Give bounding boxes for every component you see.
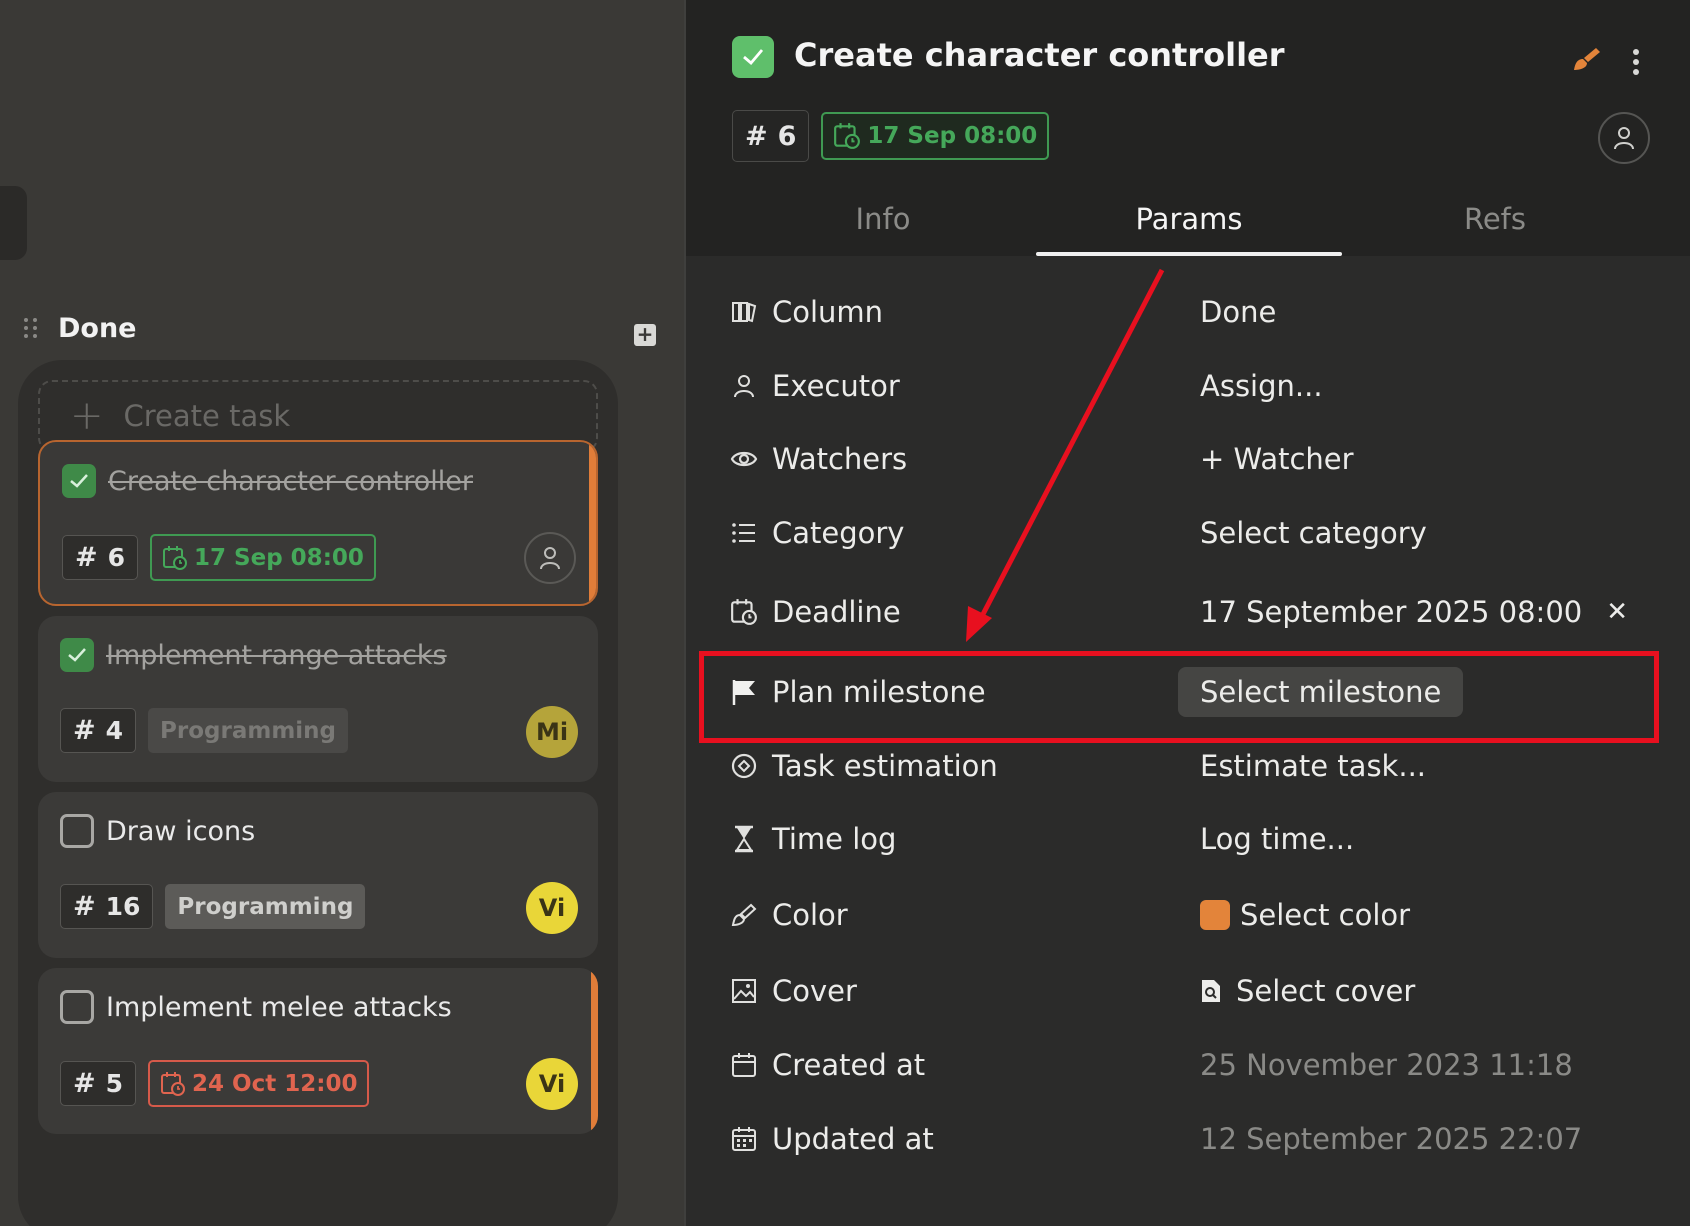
avatar[interactable]: Mi xyxy=(526,706,578,758)
category-tag: Programming xyxy=(148,708,349,753)
check-icon xyxy=(743,49,764,65)
user-icon xyxy=(540,547,560,570)
check-icon xyxy=(68,648,86,662)
create-task-label: Create task xyxy=(123,399,291,433)
task-title[interactable]: Create character controller xyxy=(794,36,1285,74)
assignee-button[interactable] xyxy=(1598,112,1650,164)
deadline-chip[interactable]: 17 Sep 08:00 xyxy=(150,534,376,581)
calendar-clock-icon xyxy=(834,123,861,149)
column-value[interactable]: Done xyxy=(1200,295,1276,329)
task-title: Create character controller xyxy=(108,465,473,497)
color-swatch xyxy=(1200,900,1230,930)
highlight-box xyxy=(699,651,1659,743)
created-at-value: 25 November 2023 11:18 xyxy=(1200,1048,1573,1082)
deadline-value[interactable]: 17 September 2025 08:00 ✕ xyxy=(1200,595,1628,629)
calendar-clock-icon xyxy=(163,545,188,570)
board-area: Done + + Create task Create character co… xyxy=(0,0,684,1226)
eye-icon xyxy=(730,445,758,473)
estimation-value[interactable]: Estimate task... xyxy=(1200,749,1426,783)
param-row-updated-at: Updated at 12 September 2025 22:07 xyxy=(730,1109,1650,1169)
task-card[interactable]: Draw icons #16 Programming Vi xyxy=(38,792,598,958)
task-checkbox[interactable] xyxy=(60,814,94,848)
task-complete-checkbox[interactable] xyxy=(732,36,774,78)
param-row-color: Color Select color xyxy=(730,885,1650,945)
updated-at-value: 12 September 2025 22:07 xyxy=(1200,1122,1583,1156)
plus-icon: + xyxy=(70,393,104,439)
select-cover-button[interactable]: Select cover xyxy=(1200,974,1415,1008)
tab-info[interactable]: Info xyxy=(730,190,1036,256)
hourglass-icon xyxy=(730,825,758,853)
brush-icon[interactable] xyxy=(1572,46,1602,78)
list-icon xyxy=(730,519,758,547)
calendar-grid-icon xyxy=(730,1125,758,1153)
column-title: Done xyxy=(58,312,137,344)
time-log-value[interactable]: Log time... xyxy=(1200,822,1354,856)
column-body: + Create task Create character controlle… xyxy=(18,360,618,1226)
category-value[interactable]: Select category xyxy=(1200,516,1427,550)
executor-value[interactable]: Assign... xyxy=(1200,369,1323,403)
category-tag: Programming xyxy=(165,884,366,929)
task-title: Implement melee attacks xyxy=(106,991,452,1023)
param-row-cover: Cover Select cover xyxy=(730,961,1650,1021)
task-title: Implement range attacks xyxy=(106,639,447,671)
task-title: Draw icons xyxy=(106,815,256,847)
avatar[interactable]: Vi xyxy=(526,882,578,934)
add-task-icon[interactable]: + xyxy=(634,324,656,346)
param-row-watchers: Watchers + Watcher xyxy=(730,429,1650,489)
param-row-deadline: Deadline 17 September 2025 08:00 ✕ xyxy=(730,582,1650,642)
drag-handle-icon[interactable] xyxy=(24,316,40,340)
color-stripe xyxy=(589,442,596,604)
image-icon xyxy=(730,977,758,1005)
check-icon xyxy=(70,474,88,488)
assignee-placeholder-avatar[interactable] xyxy=(524,532,576,584)
calendar-icon xyxy=(730,1051,758,1079)
task-card[interactable]: Implement range attacks #4 Programming M… xyxy=(38,616,598,782)
calendar-clock-icon xyxy=(730,598,758,626)
column-header: Done + xyxy=(24,308,664,348)
tab-params[interactable]: Params xyxy=(1036,190,1342,256)
param-row-created-at: Created at 25 November 2023 11:18 xyxy=(730,1035,1650,1095)
detail-tabs: Info Params Refs xyxy=(686,190,1690,256)
param-row-time-log: Time log Log time... xyxy=(730,809,1650,869)
task-number-chip: #16 xyxy=(60,884,154,929)
color-stripe xyxy=(591,968,598,1134)
columns-icon xyxy=(730,298,758,326)
task-checkbox[interactable] xyxy=(62,464,96,498)
more-options-icon[interactable] xyxy=(1626,46,1646,78)
task-checkbox[interactable] xyxy=(60,638,94,672)
task-number-chip: #4 xyxy=(60,708,137,753)
brush-icon xyxy=(730,901,758,929)
task-number-chip: #6 xyxy=(62,535,139,580)
user-icon xyxy=(1614,127,1634,150)
collapsed-column-stub[interactable] xyxy=(0,186,27,260)
target-icon xyxy=(730,752,758,780)
select-color-button[interactable]: Select color xyxy=(1200,898,1410,932)
user-icon xyxy=(730,372,758,400)
task-number-chip: #5 xyxy=(60,1061,137,1106)
tab-refs[interactable]: Refs xyxy=(1342,190,1648,256)
task-number-chip: #6 xyxy=(732,110,810,162)
deadline-chip[interactable]: 24 Oct 12:00 xyxy=(148,1060,370,1107)
avatar[interactable]: Vi xyxy=(526,1058,578,1110)
clear-icon[interactable]: ✕ xyxy=(1606,597,1628,627)
task-card[interactable]: Implement melee attacks #5 24 Oct 12:00 … xyxy=(38,968,598,1134)
param-row-task-estimation: Task estimation Estimate task... xyxy=(730,736,1650,796)
file-search-icon xyxy=(1200,978,1222,1004)
task-detail-header: Create character controller #6 17 Sep 08… xyxy=(686,0,1690,256)
task-card[interactable]: Create character controller #6 17 Sep 08… xyxy=(38,440,598,606)
task-detail-panel: Create character controller #6 17 Sep 08… xyxy=(684,0,1690,1226)
param-row-executor: Executor Assign... xyxy=(730,356,1650,416)
deadline-chip[interactable]: 17 Sep 08:00 xyxy=(821,112,1050,160)
task-checkbox[interactable] xyxy=(60,990,94,1024)
param-row-category: Category Select category xyxy=(730,503,1650,563)
calendar-clock-icon xyxy=(161,1071,186,1096)
watchers-value[interactable]: + Watcher xyxy=(1200,442,1354,476)
param-row-column: Column Done xyxy=(730,282,1650,342)
